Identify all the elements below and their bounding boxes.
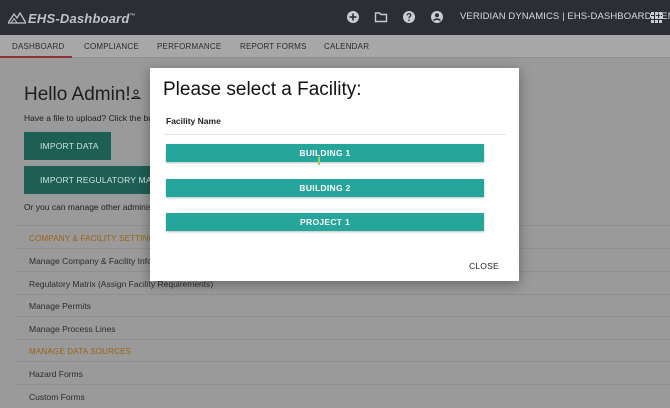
tab-dashboard[interactable]: DASHBOARD	[12, 42, 64, 51]
apps-grid-icon[interactable]	[651, 12, 662, 23]
top-header: EHS-Dashboard™ VERIDIAN DYNAMICS | EHS-D…	[0, 0, 670, 35]
facility-button-building-2[interactable]: BUILDING 2	[166, 179, 484, 197]
section-company-facility-settings: COMPANY & FACILITY SETTING	[29, 234, 156, 243]
help-icon[interactable]	[402, 10, 416, 24]
tab-report-forms[interactable]: REPORT FORMS	[240, 42, 307, 51]
manage-prompt: Or you can manage other administra	[24, 202, 162, 212]
section-divider	[16, 339, 670, 340]
close-button[interactable]: CLOSE	[469, 261, 499, 271]
section-divider	[16, 316, 670, 317]
app-logo[interactable]: EHS-Dashboard™	[8, 9, 136, 27]
tab-compliance[interactable]: COMPLIANCE	[84, 42, 139, 51]
tab-calendar[interactable]: CALENDAR	[324, 42, 369, 51]
mouse-cursor	[318, 157, 320, 165]
link-manage-permits[interactable]: Manage Permits	[29, 301, 91, 311]
link-custom-forms[interactable]: Custom Forms	[29, 392, 85, 402]
user-icon	[131, 89, 141, 99]
section-divider	[16, 384, 670, 385]
facility-button-building-1[interactable]: BUILDING 1	[166, 144, 484, 162]
tab-performance[interactable]: PERFORMANCE	[157, 42, 221, 51]
import-regulatory-matrix-button[interactable]: IMPORT REGULATORY MAT	[24, 166, 156, 194]
page-greeting: Hello Admin!	[24, 84, 131, 105]
modal-title: Please select a Facility:	[163, 79, 362, 100]
main-nav: DASHBOARD COMPLIANCE PERFORMANCE REPORT …	[0, 35, 670, 58]
upload-prompt: Have a file to upload? Click the butto	[24, 113, 163, 123]
link-manage-company-facility[interactable]: Manage Company & Facility Inform	[29, 256, 162, 266]
header-divider	[164, 134, 506, 135]
section-manage-data-sources: MANAGE DATA SOURCES	[29, 347, 132, 356]
logo-mountain-icon	[8, 12, 26, 24]
facility-name-header: Facility Name	[166, 116, 221, 126]
link-manage-process-lines[interactable]: Manage Process Lines	[29, 324, 115, 334]
section-divider	[16, 361, 670, 362]
import-data-button[interactable]: IMPORT DATA	[24, 132, 111, 160]
facility-button-project-1[interactable]: PROJECT 1	[166, 213, 484, 231]
add-circle-icon[interactable]	[346, 10, 360, 24]
active-tab-indicator	[0, 56, 72, 58]
logo-text: EHS-Dashboard™	[28, 10, 136, 26]
company-label: VERIDIAN DYNAMICS | EHS-DASHBOARD DEMO	[460, 11, 670, 22]
folder-icon[interactable]	[374, 10, 388, 24]
account-circle-icon[interactable]	[430, 10, 444, 24]
select-facility-modal: Please select a Facility: Facility Name …	[150, 68, 519, 281]
section-divider	[16, 294, 670, 295]
link-hazard-forms[interactable]: Hazard Forms	[29, 369, 83, 379]
